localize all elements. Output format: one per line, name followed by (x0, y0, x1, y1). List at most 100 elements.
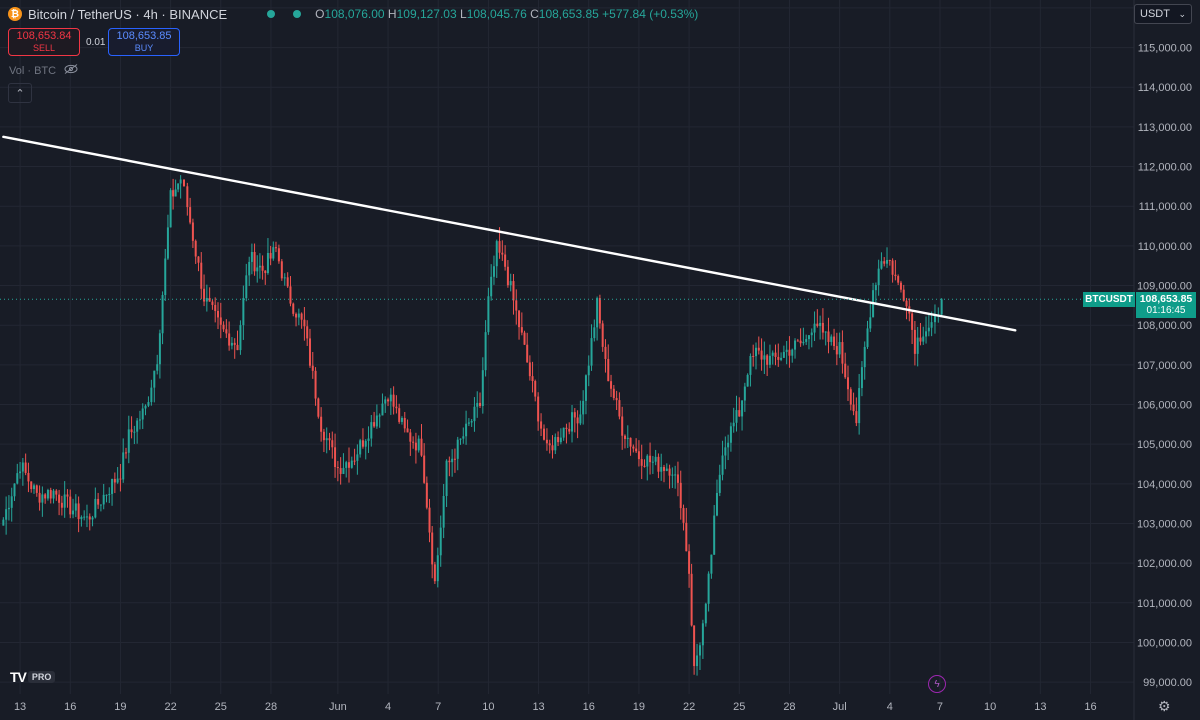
candle-body (127, 429, 130, 453)
candle-body (277, 248, 280, 262)
candle-body (610, 381, 613, 389)
candle-body (911, 313, 914, 330)
candle-body (297, 313, 300, 318)
candle-body (696, 655, 699, 667)
candle-body (205, 297, 208, 302)
candle-body (590, 338, 593, 366)
price-tick-label: 112,000.00 (1138, 162, 1192, 174)
candle-body (640, 459, 643, 466)
candle-body (612, 388, 615, 399)
candle-body (230, 342, 233, 346)
candle-body (189, 207, 192, 223)
candle-body (105, 494, 108, 496)
candle-body (261, 265, 264, 271)
candle-body (325, 438, 328, 441)
symbol-label[interactable]: Bitcoin / TetherUS · 4h · BINANCE (28, 7, 227, 22)
candle-body (579, 414, 582, 424)
market-status-dot (267, 10, 276, 18)
candle-body (425, 482, 428, 508)
candle-body (328, 438, 331, 441)
gear-icon[interactable]: ⚙ (1158, 698, 1171, 715)
buy-button[interactable]: 108,653.85 BUY (108, 28, 180, 56)
candle-body (292, 303, 295, 314)
candle-body (718, 474, 721, 493)
candle-body (799, 340, 802, 344)
candle-body (582, 400, 585, 415)
candle-body (353, 460, 356, 462)
price-tick-label: 99,000.00 (1143, 677, 1192, 689)
candle-body (749, 356, 752, 375)
eye-hidden-icon[interactable] (64, 64, 78, 77)
candle-body (891, 260, 894, 275)
candle-body (398, 408, 401, 422)
ohlc-values: O108,076.00 H109,127.03 L108,045.76 C108… (315, 7, 699, 21)
candle-body (805, 339, 808, 342)
candle-body (222, 324, 225, 330)
candle-body (113, 478, 116, 483)
lightning-icon[interactable]: ϟ (928, 675, 946, 693)
time-tick-label: 28 (265, 701, 277, 713)
candle-body (520, 327, 523, 333)
candle-body (791, 349, 794, 356)
currency-select[interactable]: USDT ⌄ (1134, 4, 1192, 24)
candle-body (384, 399, 387, 404)
candle-body (721, 455, 724, 475)
candle-body (880, 261, 883, 269)
candle-body (498, 241, 501, 253)
candle-body (85, 516, 88, 518)
candle-body (80, 516, 83, 520)
candle-body (512, 281, 515, 301)
candle-body (431, 532, 434, 565)
price-tick-label: 101,000.00 (1137, 598, 1192, 610)
candle-body (690, 573, 693, 626)
candle-body (774, 352, 777, 357)
candle-body (598, 298, 601, 324)
tradingview-logo[interactable]: TV PRO (10, 669, 56, 685)
candle-body (52, 490, 55, 499)
price-tick-label: 113,000.00 (1138, 122, 1192, 134)
price-tick-label: 105,000.00 (1137, 439, 1192, 451)
candle-body (506, 266, 509, 286)
candle-body (378, 415, 381, 417)
candle-body (473, 406, 476, 422)
candle-body (919, 337, 922, 342)
candle-body (439, 527, 442, 556)
candle-body (584, 375, 587, 401)
candle-body (557, 437, 560, 443)
candle-body (897, 276, 900, 283)
candle-body (367, 438, 370, 441)
candle-body (476, 402, 479, 407)
candle-body (459, 438, 462, 440)
candle-body (833, 336, 836, 347)
candle-body (111, 478, 114, 494)
collapse-legend-button[interactable]: ⌃ (8, 83, 32, 103)
time-tick-label: 19 (633, 701, 645, 713)
candle-body (899, 282, 902, 290)
candle-body (819, 322, 822, 327)
candle-body (417, 438, 420, 451)
chart-canvas[interactable]: 99,000.00 100,000.00 101,000.00 102,000.00 1… (0, 0, 1200, 720)
candle-body (272, 247, 275, 259)
candle-body (158, 333, 161, 365)
time-tick-label: 7 (435, 701, 441, 713)
candle-body (760, 350, 763, 360)
candle-body (654, 456, 657, 462)
candle-body (24, 462, 27, 473)
candle-body (724, 447, 727, 456)
candle-body (7, 507, 10, 510)
candle-body (317, 398, 320, 417)
symbol-header: ₿ Bitcoin / TetherUS · 4h · BINANCE O108… (8, 6, 698, 22)
time-tick-label: 7 (937, 701, 943, 713)
sell-button[interactable]: 108,653.84 SELL (8, 28, 80, 56)
candle-body (671, 474, 674, 476)
price-tick-label: 108,000.00 (1137, 320, 1192, 332)
candle-body (470, 421, 473, 423)
candle-body (869, 317, 872, 329)
candle-body (830, 336, 833, 342)
candle-body (150, 387, 153, 403)
candle-body (515, 300, 518, 311)
candle-body (940, 299, 943, 315)
candle-body (225, 329, 228, 334)
candle-body (38, 492, 41, 503)
candle-body (807, 335, 810, 340)
